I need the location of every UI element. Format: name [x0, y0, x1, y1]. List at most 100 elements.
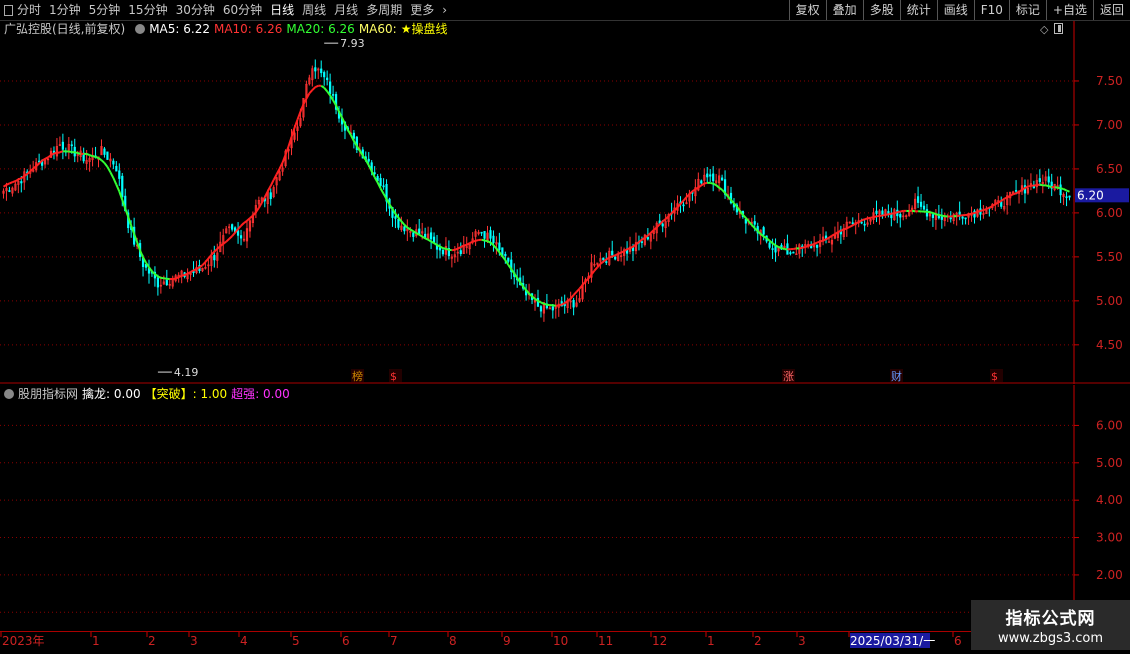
candle-body [882, 211, 884, 215]
candle-body [404, 227, 406, 231]
operating-line-segment [15, 180, 18, 182]
candle-body [950, 218, 952, 219]
function-button-1[interactable]: 叠加 [826, 0, 863, 20]
candle-body [683, 205, 685, 206]
operating-line-segment [45, 157, 48, 159]
operating-line-segment [986, 208, 989, 209]
candle-body [231, 225, 233, 230]
operating-line-segment [1007, 196, 1010, 198]
candle-body [959, 212, 961, 214]
candle-body [603, 258, 605, 260]
candle-body [374, 173, 376, 174]
function-button-3[interactable]: 统计 [900, 0, 937, 20]
candle-body [439, 248, 441, 250]
function-button-5[interactable]: F10 [974, 0, 1009, 20]
period-tab-9[interactable]: 多周期 [362, 0, 406, 20]
operating-line-segment [841, 230, 844, 231]
operating-line-segment [823, 239, 826, 240]
function-button-4[interactable]: 画线 [937, 0, 974, 20]
operating-line-segment [69, 152, 72, 153]
candle-body [647, 237, 649, 239]
operating-line-segment [1067, 191, 1070, 192]
operating-line-segment [912, 211, 915, 212]
function-button-7[interactable]: +自选 [1046, 0, 1093, 20]
period-tab-0[interactable]: 分时 [13, 0, 45, 20]
operating-line-segment [57, 152, 60, 153]
indicator-tick-label: 4.00 [1096, 493, 1123, 507]
operating-line-segment [615, 254, 618, 256]
price-tick-label: 5.50 [1096, 250, 1123, 264]
candle-body [721, 178, 723, 180]
watermark-logo: 指标公式网 www.zbgs3.com [971, 600, 1130, 650]
period-tab-5[interactable]: 60分钟 [219, 0, 266, 20]
period-tab-1[interactable]: 1分钟 [45, 0, 85, 20]
operating-line-segment [793, 248, 796, 249]
main-price-chart[interactable]: 4.505.005.506.006.507.007.507.934.196.20… [0, 21, 1130, 384]
candle-body [412, 233, 414, 237]
date-label: 10 [553, 634, 568, 648]
operating-line-segment [464, 245, 467, 246]
function-button-0[interactable]: 复权 [789, 0, 826, 20]
candle-body [926, 210, 928, 217]
period-tab-6[interactable]: 日线 [266, 0, 298, 20]
candle-body [353, 133, 355, 138]
candle-body [712, 174, 714, 181]
candle-body [332, 94, 334, 95]
period-tab-10[interactable]: 更多 [406, 0, 438, 20]
candle-body [923, 206, 925, 209]
candle-body [398, 219, 400, 227]
operating-line-segment [458, 247, 461, 248]
operating-line-segment [488, 241, 491, 242]
candle-body [323, 72, 325, 76]
candle-body [121, 176, 123, 197]
operating-line-segment [977, 211, 980, 212]
candle-body [864, 224, 866, 225]
candle-body [368, 159, 370, 161]
period-tab-3[interactable]: 15分钟 [124, 0, 171, 20]
function-buttons: 复权叠加多股统计画线F10标记+自选返回 [789, 0, 1130, 20]
operating-line-segment [188, 272, 191, 273]
chevron-right-icon[interactable]: › [438, 0, 451, 20]
operating-line-segment [232, 233, 235, 236]
candle-body [917, 197, 919, 203]
operating-line-segment [101, 160, 104, 163]
candle-body [1060, 185, 1062, 195]
period-tab-8[interactable]: 月线 [330, 0, 362, 20]
operating-line-segment [1055, 187, 1058, 188]
operating-line-segment [1064, 189, 1067, 191]
date-label: 1 [92, 634, 100, 648]
operating-line-segment [104, 163, 107, 167]
indicator-chart[interactable]: 1.002.003.004.005.006.00 [0, 385, 1130, 631]
last-price-label: 6.20 [1077, 188, 1104, 202]
candle-body [442, 250, 444, 254]
operating-line-segment [868, 218, 871, 219]
operating-line-segment [894, 212, 897, 213]
operating-line-segment [559, 305, 562, 306]
operating-line-segment [315, 86, 318, 87]
candle-body [499, 243, 501, 250]
window-square-icon[interactable] [4, 5, 13, 16]
event-marker: $ [390, 370, 397, 383]
operating-line-segment [621, 251, 624, 252]
operating-line-segment [437, 245, 440, 246]
function-button-6[interactable]: 标记 [1009, 0, 1046, 20]
operating-line-segment [176, 277, 179, 279]
function-button-8[interactable]: 返回 [1093, 0, 1130, 20]
candle-body [706, 174, 708, 177]
operating-line-segment [93, 156, 96, 157]
period-tabs: 分时1分钟5分钟15分钟30分钟60分钟日线周线月线多周期更多› [0, 0, 451, 20]
operating-line-segment [1040, 185, 1043, 186]
operating-line-segment [942, 216, 945, 217]
period-tab-2[interactable]: 5分钟 [85, 0, 125, 20]
operating-line-segment [1013, 193, 1016, 194]
period-tab-4[interactable]: 30分钟 [172, 0, 219, 20]
operating-line-segment [18, 178, 21, 179]
period-tab-7[interactable]: 周线 [298, 0, 330, 20]
function-button-2[interactable]: 多股 [863, 0, 900, 20]
operating-line-segment [60, 151, 63, 152]
operating-line-segment [485, 240, 488, 241]
operating-line-segment [96, 157, 99, 158]
candle-body [861, 222, 863, 223]
price-tick-label: 5.00 [1096, 294, 1123, 308]
candle-body [1015, 190, 1017, 191]
